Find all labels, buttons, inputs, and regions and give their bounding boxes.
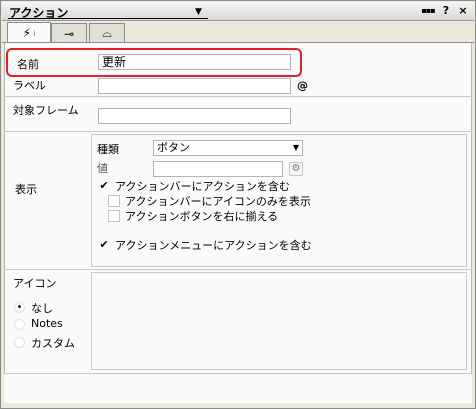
name-highlight bbox=[6, 48, 302, 77]
icon-only-label: アクションバーにアイコンのみを表示 bbox=[125, 195, 311, 208]
radio-notes-label: Notes bbox=[31, 317, 63, 330]
close-button[interactable]: × bbox=[455, 3, 471, 19]
check-icon-only[interactable] bbox=[108, 195, 120, 207]
row-divider bbox=[4, 131, 472, 132]
display-label: 表示 bbox=[15, 183, 37, 196]
include-in-menu-label: アクションメニューにアクションを含む bbox=[115, 239, 312, 252]
type-label: 種類 bbox=[97, 143, 119, 156]
radio-custom[interactable] bbox=[14, 337, 25, 348]
check-align-right[interactable] bbox=[108, 210, 120, 222]
action-properties-window: アクション ▼ ▪▪▪ ? × ⚡ i ⊸ ⌓ 名前 更新 ラベル @ 対象フレ… bbox=[0, 0, 476, 409]
title-bar[interactable]: アクション ▼ ▪▪▪ ? × bbox=[2, 2, 474, 21]
formula-button[interactable]: @ bbox=[297, 79, 308, 92]
tab-advanced[interactable]: ⌓ bbox=[89, 23, 125, 43]
lightning-icon: ⚡ bbox=[22, 26, 32, 40]
radio-none[interactable]: • bbox=[14, 302, 25, 313]
check-include-in-menu[interactable]: ✔ bbox=[98, 239, 110, 251]
title-underline bbox=[8, 18, 208, 19]
radio-none-label: なし bbox=[31, 302, 53, 315]
radio-custom-label: カスタム bbox=[31, 337, 75, 350]
include-in-bar-label: アクションバーにアクションを含む bbox=[115, 180, 290, 193]
tab-basics[interactable]: ⚡ i bbox=[7, 22, 51, 43]
title-dropdown-icon[interactable]: ▼ bbox=[195, 7, 202, 17]
script-icon: ⌓ bbox=[102, 26, 112, 40]
target-frame-label: 対象フレーム bbox=[13, 104, 79, 117]
panel-footer bbox=[4, 373, 472, 403]
label-field[interactable] bbox=[98, 78, 291, 94]
target-frame-field[interactable] bbox=[98, 108, 291, 124]
link-tool-icon: ⊸ bbox=[63, 26, 75, 41]
radio-notes[interactable] bbox=[14, 319, 25, 330]
icon-section-label: アイコン bbox=[13, 277, 57, 290]
gear-icon[interactable]: ⚙ bbox=[289, 162, 303, 176]
label-label: ラベル bbox=[13, 79, 46, 92]
chevron-down-icon: ▼ bbox=[292, 143, 299, 152]
icon-options-box bbox=[91, 272, 467, 370]
row-divider bbox=[4, 269, 472, 270]
check-include-in-bar[interactable]: ✔ bbox=[98, 180, 110, 192]
type-select-value: ボタン bbox=[157, 141, 190, 154]
row-divider bbox=[4, 96, 472, 97]
tab-strip: ⚡ i ⊸ ⌓ bbox=[2, 21, 474, 43]
menu-button[interactable]: ▪▪▪ bbox=[420, 3, 436, 19]
info-icon: i bbox=[33, 28, 36, 38]
type-select[interactable]: ボタン ▼ bbox=[153, 140, 303, 156]
value-field[interactable] bbox=[153, 161, 283, 177]
tab-hide-when[interactable]: ⊸ bbox=[51, 23, 87, 43]
align-right-label: アクションボタンを右に揃える bbox=[125, 210, 279, 223]
help-button[interactable]: ? bbox=[438, 3, 454, 19]
value-label: 値 bbox=[97, 162, 108, 175]
